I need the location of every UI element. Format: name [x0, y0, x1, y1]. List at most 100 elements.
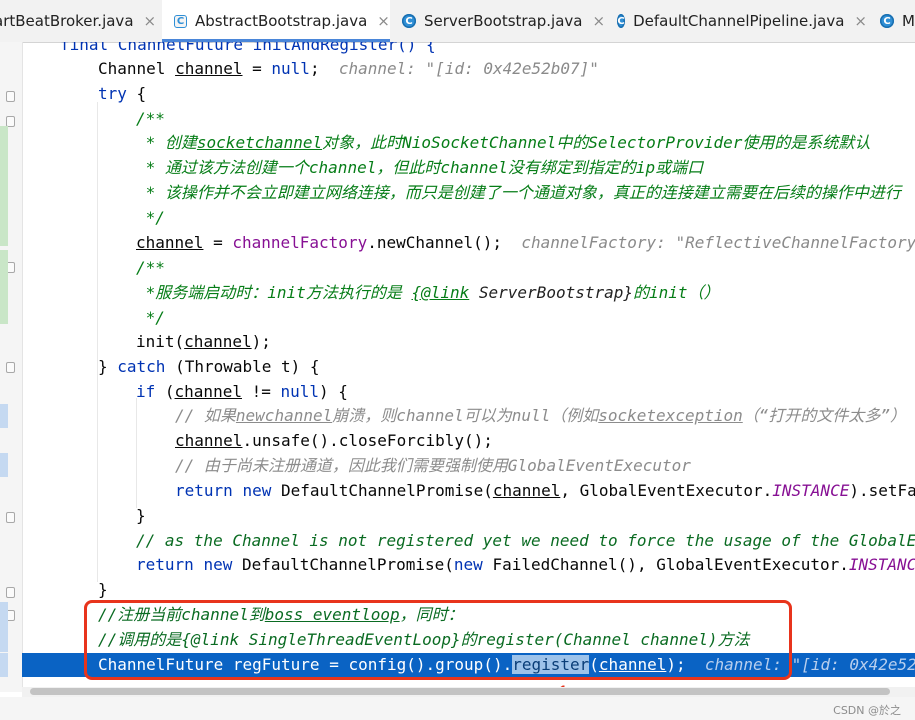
- code-text: new: [203, 555, 233, 574]
- scrollbar-thumb[interactable]: [30, 688, 890, 695]
- close-icon[interactable]: ×: [377, 12, 390, 30]
- code-text: (Throwable t) {: [165, 357, 320, 376]
- code-line[interactable]: *服务端启动时：init方法执行的是 {@link ServerBootstra…: [22, 281, 915, 305]
- code-text: new: [453, 555, 483, 574]
- code-text: ip: [635, 158, 656, 177]
- code-line[interactable]: channel = channelFactory.newChannel(); c…: [22, 231, 915, 255]
- tab-label: artBeatBroker.java: [0, 12, 134, 30]
- fold-icon[interactable]: [6, 91, 15, 102]
- code-text: null: [280, 382, 320, 401]
- code-text: /**: [136, 258, 165, 277]
- code-text: final ChannelFuture initAndRegister() {: [60, 42, 436, 54]
- code-line[interactable]: channel.unsafe().closeForcibly();: [22, 429, 915, 453]
- code-text: null: [511, 406, 551, 425]
- code-text: socketexception: [598, 406, 743, 425]
- code-text: null: [271, 59, 310, 78]
- code-text: channel: [184, 332, 252, 351]
- code-line[interactable]: // 由于尚未注册通道，因此我们需要强制使用GlobalEventExecuto…: [22, 454, 915, 478]
- code-text: channel: [174, 382, 242, 401]
- code-editor[interactable]: final ChannelFuture initAndRegister() { …: [22, 42, 915, 687]
- code-line[interactable]: * 该操作并不会立即建立网络连接，而只是创建了一个通道对象，真正的连接建立需要在…: [22, 181, 915, 205]
- code-line[interactable]: try {: [22, 82, 915, 106]
- tab-heartbeatbroker[interactable]: artBeatBroker.java ×: [0, 0, 160, 42]
- tab-abstractbootstrap[interactable]: C AbstractBootstrap.java ×: [162, 0, 390, 42]
- code-text: INSTANC: [848, 555, 915, 574]
- code-text: return: [136, 555, 194, 574]
- close-icon[interactable]: ×: [593, 12, 606, 30]
- code-text: =: [242, 59, 272, 78]
- inline-hint: channel: "[id: 0x42e52b07]": [338, 59, 599, 78]
- code-text: , GlobalEventExecutor.: [560, 481, 773, 500]
- change-marker: [0, 250, 8, 324]
- code-text: channelFactory: [232, 233, 368, 252]
- fold-icon[interactable]: [6, 587, 15, 598]
- code-text: }: [98, 357, 118, 376]
- change-marker: [0, 404, 8, 428]
- code-text: channel: [396, 406, 464, 425]
- code-text: new: [242, 481, 272, 500]
- code-line[interactable]: */: [22, 306, 915, 330]
- close-icon[interactable]: ×: [144, 12, 157, 30]
- code-text: !=: [241, 382, 281, 401]
- code-line[interactable]: Channel channel = null; channel: "[id: 0…: [22, 57, 915, 81]
- code-line[interactable]: }: [22, 504, 915, 528]
- code-text: */: [136, 308, 165, 327]
- code-text: }: [136, 506, 146, 525]
- code-text: ) {: [319, 382, 348, 401]
- code-line[interactable]: * 创建socketchannel对象，此时NioSocketChannel中的…: [22, 131, 915, 155]
- change-marker: [0, 653, 8, 677]
- code-line[interactable]: /**: [22, 256, 915, 280]
- code-text: channel: [175, 431, 243, 450]
- code-text: {: [126, 84, 147, 103]
- editor-gutter: [0, 42, 23, 692]
- code-line[interactable]: * 通过该方法创建一个channel，但此时channel没有绑定到指定的ip或…: [22, 156, 915, 180]
- tab-label: M: [902, 12, 915, 30]
- code-text: ServerBootstrap}: [469, 283, 634, 302]
- code-text: =: [203, 233, 233, 252]
- code-text: .unsafe().closeForcibly();: [242, 431, 493, 450]
- code-line[interactable]: // 如果newchannel崩溃，则channel可以为null（例如sock…: [22, 404, 915, 428]
- tab-overflow[interactable]: C M: [880, 0, 915, 42]
- code-text: // 由于尚未注册通道，因此我们需要强制使用: [175, 456, 508, 475]
- inline-hint: channelFactory: "ReflectiveChannelFactor…: [521, 233, 915, 252]
- code-text: channel: [492, 481, 561, 500]
- tab-label: AbstractBootstrap.java: [195, 12, 368, 30]
- change-marker: [0, 453, 8, 477]
- code-text: (: [155, 382, 175, 401]
- tab-defaultchannelpipeline[interactable]: C DefaultChannelPipeline.java ×: [617, 0, 867, 42]
- code-text: // as the Channel is not registered yet …: [136, 531, 915, 550]
- code-line[interactable]: // as the Channel is not registered yet …: [22, 529, 915, 553]
- code-text: .newChannel();: [367, 233, 503, 252]
- horizontal-scrollbar[interactable]: [22, 687, 915, 697]
- code-line[interactable]: */: [22, 206, 915, 230]
- tab-serverbootstrap[interactable]: C ServerBootstrap.java ×: [402, 0, 607, 42]
- code-line[interactable]: }: [22, 578, 915, 602]
- code-text: 没有绑定到指定的: [507, 158, 636, 177]
- code-text: channel: [136, 233, 204, 252]
- code-text: INSTANCE: [772, 481, 850, 500]
- code-text: 可以为: [463, 406, 512, 425]
- code-text: init: [267, 283, 306, 302]
- code-text: *服务端启动时：: [136, 283, 268, 302]
- code-line[interactable]: if (channel != null) {: [22, 380, 915, 404]
- code-text: init(: [136, 332, 185, 351]
- fold-icon[interactable]: [6, 512, 15, 523]
- code-text: ).setFa: [849, 481, 915, 500]
- code-text: try: [98, 84, 127, 103]
- code-line[interactable]: /**: [22, 107, 915, 131]
- code-line[interactable]: final ChannelFuture initAndRegister() {: [22, 42, 915, 57]
- code-line[interactable]: return new DefaultChannelPromise(new Fai…: [22, 553, 915, 577]
- code-text: （例如: [550, 406, 599, 425]
- close-icon[interactable]: ×: [854, 12, 867, 30]
- code-text: return: [175, 481, 233, 500]
- fold-icon[interactable]: [6, 362, 15, 373]
- code-text: ;: [309, 59, 320, 78]
- code-text: channel: [440, 158, 508, 177]
- code-line[interactable]: init(channel);: [22, 330, 915, 354]
- code-text: 崩溃，则: [332, 406, 397, 425]
- code-line[interactable]: } catch (Throwable t) {: [22, 355, 915, 379]
- code-line[interactable]: return new DefaultChannelPromise(channel…: [22, 479, 915, 503]
- code-text: );: [251, 332, 271, 351]
- code-text: DefaultChannelPromise(: [271, 481, 493, 500]
- change-marker: [0, 602, 8, 652]
